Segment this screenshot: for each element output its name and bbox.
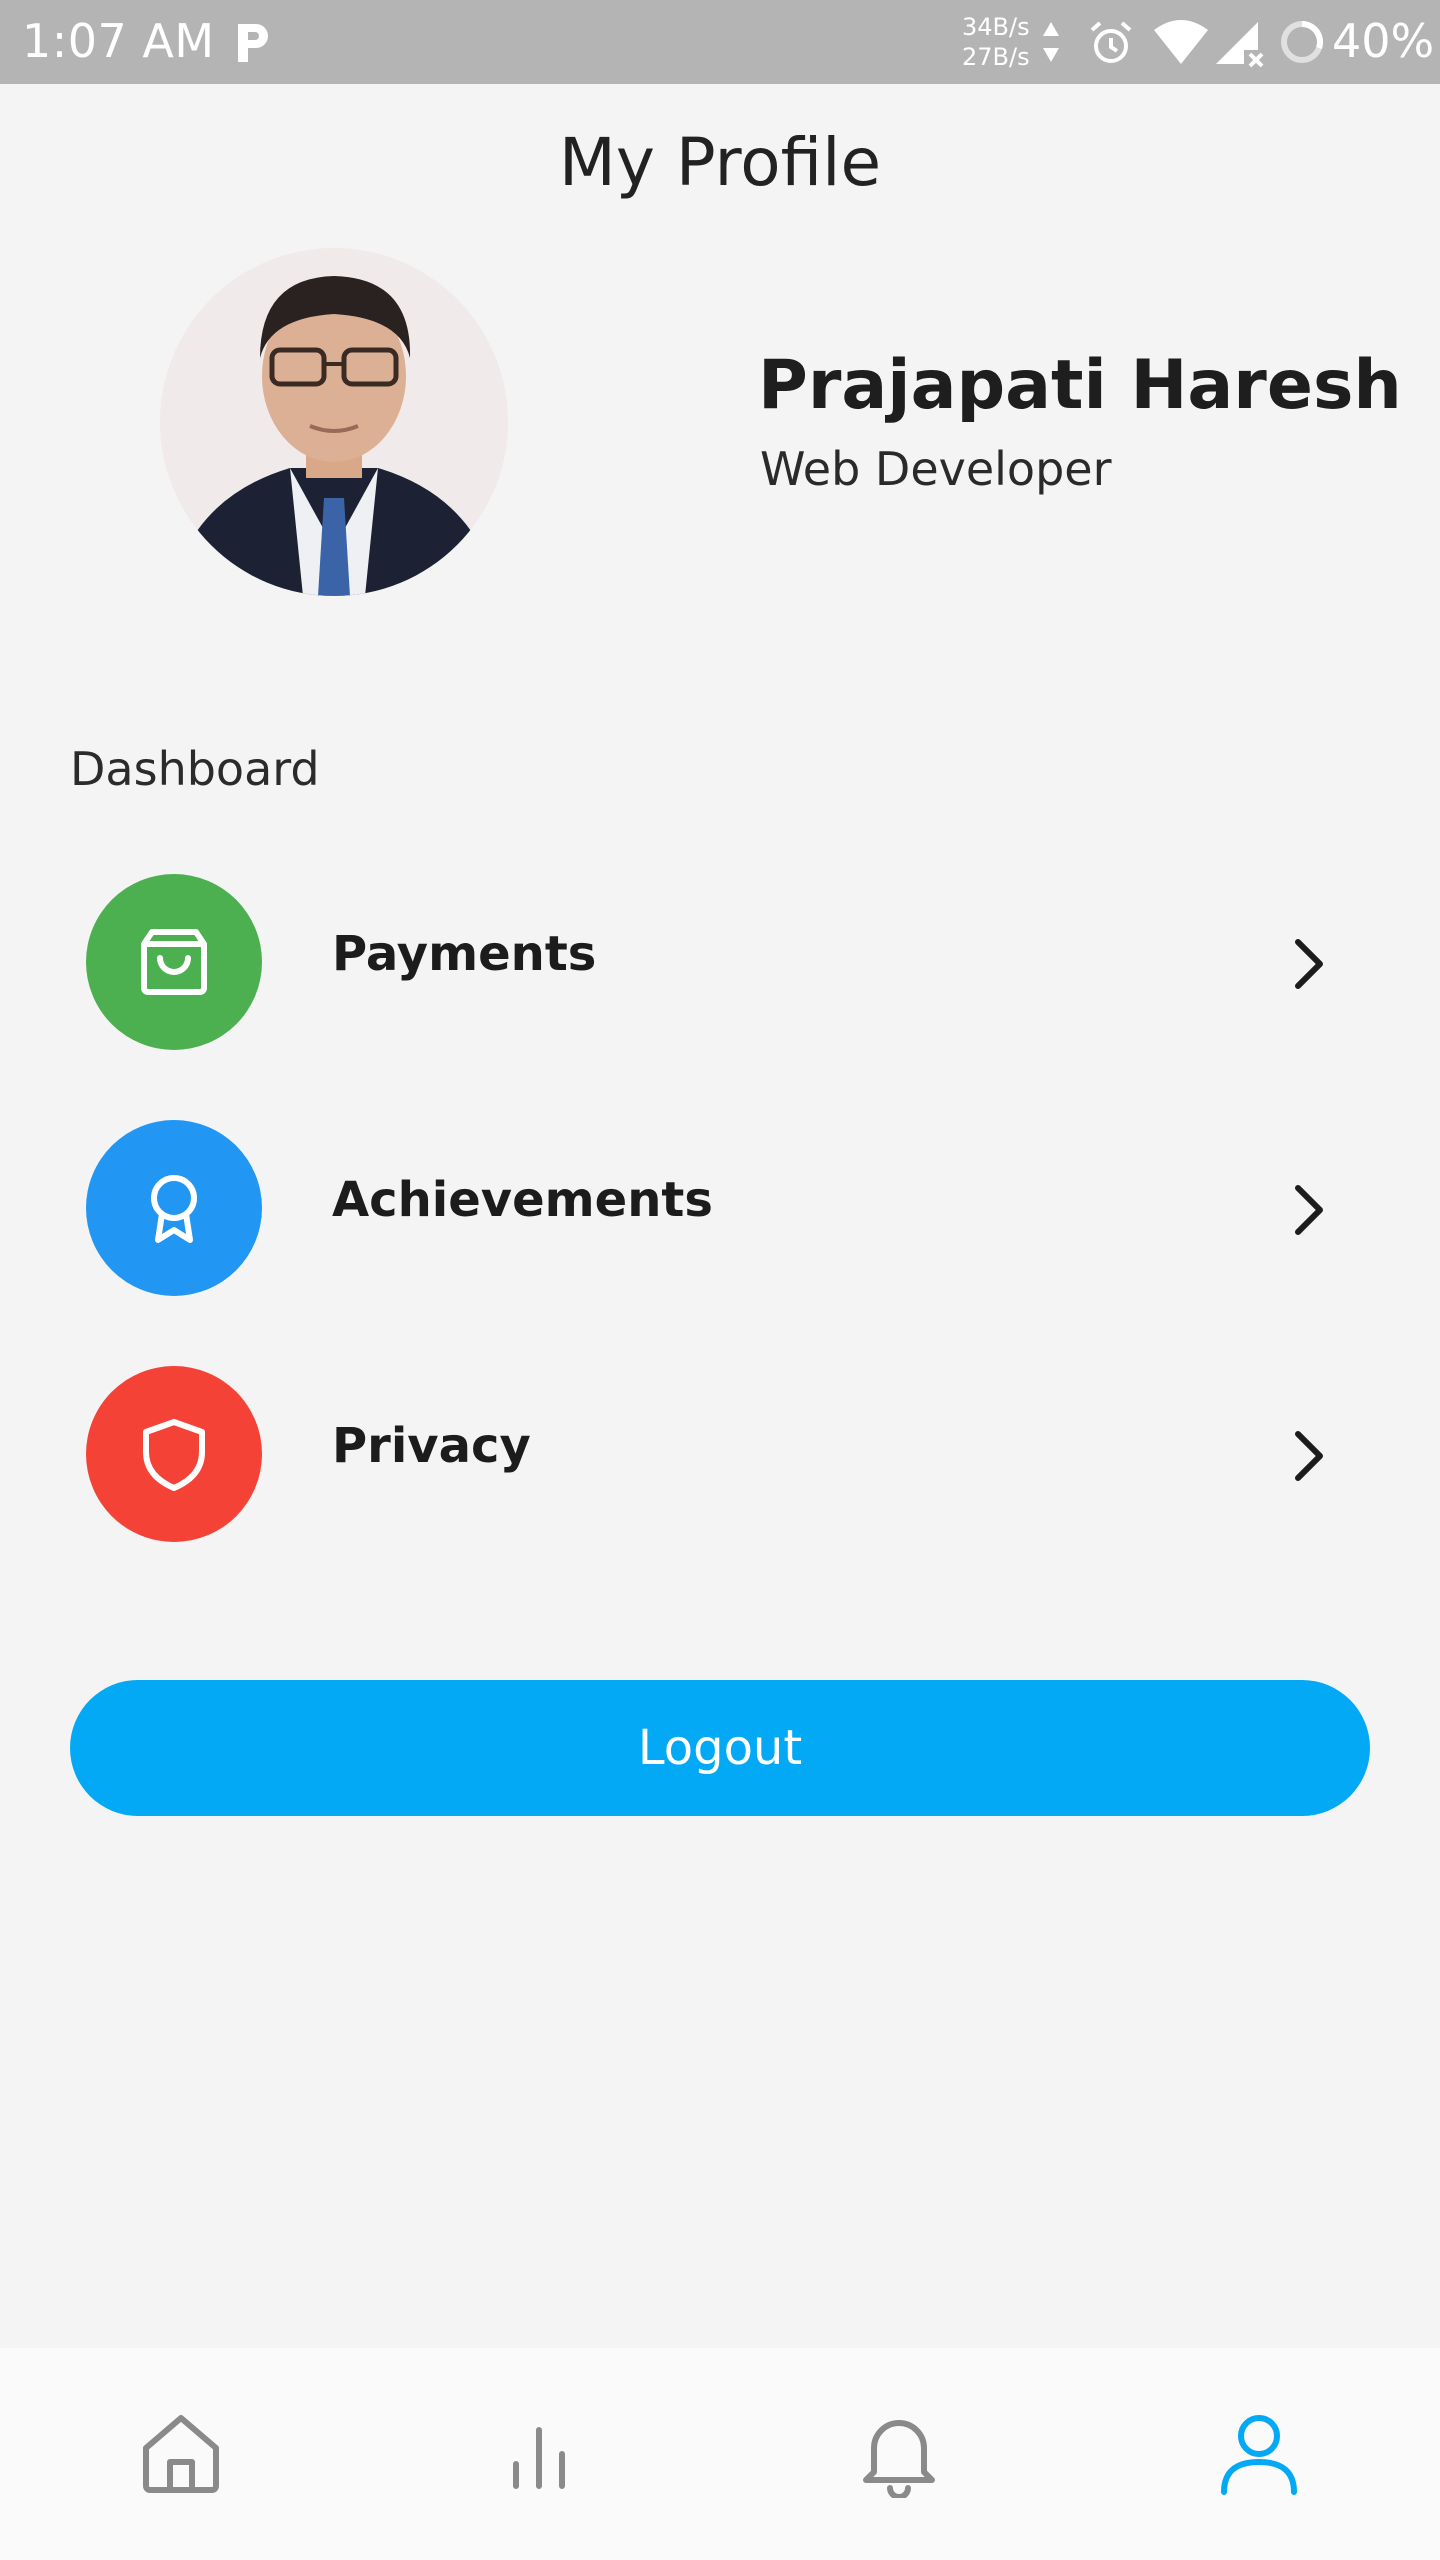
page-title: My Profile (558, 124, 882, 201)
net-down-speed: 27B/s (962, 43, 1030, 71)
menu-item-achievements[interactable]: Achievements (0, 1120, 1440, 1300)
menu-label-privacy: Privacy (332, 1418, 531, 1474)
profile-role: Web Developer (760, 442, 1112, 496)
profile-name: Prajapati Haresh (758, 346, 1402, 425)
shopping-bag-icon (141, 929, 207, 995)
avatar[interactable] (160, 248, 508, 596)
net-up-speed: 34B/s (962, 13, 1030, 41)
data-arrows-icon (1043, 22, 1059, 62)
menu-label-achievements: Achievements (332, 1172, 713, 1228)
parking-app-icon (238, 24, 268, 62)
status-bar: 1:07 AM 34B/s 27B/s 40% (0, 0, 1440, 84)
section-label: Dashboard (70, 742, 320, 796)
achievements-icon-circle (86, 1120, 262, 1296)
alarm-icon (1090, 21, 1132, 63)
bar-chart-icon[interactable] (494, 2408, 584, 2498)
menu-item-privacy[interactable]: Privacy (0, 1366, 1440, 1546)
bottom-nav (0, 2348, 1440, 2560)
bell-icon[interactable] (854, 2408, 944, 2498)
battery-icon (1281, 20, 1324, 63)
home-icon[interactable] (136, 2408, 226, 2498)
shield-icon (143, 1419, 205, 1491)
privacy-icon-circle (86, 1366, 262, 1542)
menu-item-payments[interactable]: Payments (0, 874, 1440, 1054)
menu-label-payments: Payments (332, 926, 597, 982)
chevron-right-icon (1295, 939, 1323, 989)
avatar-photo (160, 248, 508, 596)
chevron-right-icon (1295, 1185, 1323, 1235)
logout-button[interactable]: Logout (70, 1680, 1370, 1816)
signal-icon (1216, 22, 1264, 68)
network-speed: 34B/s 27B/s (962, 12, 1030, 72)
wifi-icon (1154, 20, 1208, 64)
award-icon (151, 1175, 197, 1243)
chevron-right-icon (1295, 1431, 1323, 1481)
battery-percent: 40% (1332, 14, 1435, 68)
payments-icon-circle (86, 874, 262, 1050)
status-time: 1:07 AM (22, 14, 215, 68)
user-icon[interactable] (1214, 2408, 1304, 2498)
